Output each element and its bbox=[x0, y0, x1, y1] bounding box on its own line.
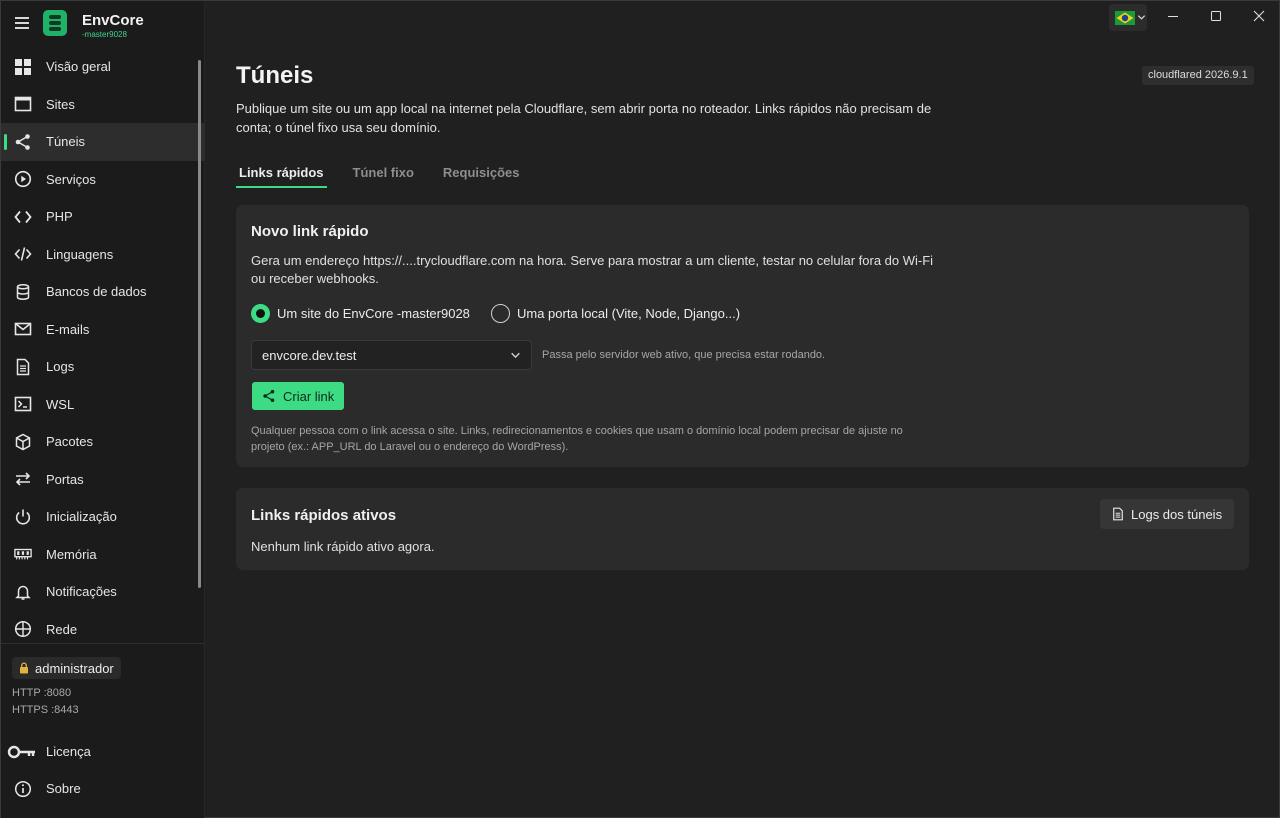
tunnel-logs-label: Logs dos túneis bbox=[1131, 506, 1223, 522]
sidebar-item-label: Rede bbox=[46, 621, 78, 637]
sidebar-item-servicos[interactable]: Serviços bbox=[1, 161, 205, 199]
sidebar-item-label: WSL bbox=[46, 396, 75, 412]
globe-icon bbox=[13, 619, 33, 639]
sidebar-item-linguagens[interactable]: Linguagens bbox=[1, 236, 205, 274]
radio-unselected-indicator bbox=[491, 304, 510, 323]
radio-selected-indicator bbox=[251, 304, 270, 323]
sidebar-item-visao-geral[interactable]: Visão geral bbox=[1, 48, 205, 86]
create-link-button[interactable]: Criar link bbox=[252, 382, 345, 410]
database-icon bbox=[13, 282, 33, 302]
active-links-card: Links rápidos ativos Logs dos túneis Nen… bbox=[236, 488, 1249, 570]
card-title: Novo link rápido bbox=[251, 223, 369, 240]
document-icon bbox=[1113, 507, 1123, 521]
code-slash-icon bbox=[13, 244, 33, 264]
sidebar-item-notificacoes[interactable]: Notificações bbox=[1, 573, 205, 611]
tab-links-rapidos[interactable]: Links rápidos bbox=[236, 163, 327, 188]
sidebar-item-label: Túneis bbox=[46, 134, 86, 150]
user-badge: administrador bbox=[12, 657, 121, 679]
radio-envcore-site[interactable]: Um site do EnvCore -master9028 bbox=[251, 304, 470, 323]
info-icon bbox=[13, 779, 33, 799]
sidebar-item-label: E-mails bbox=[46, 321, 90, 337]
sidebar-item-emails[interactable]: E-mails bbox=[1, 311, 205, 349]
power-icon bbox=[13, 507, 33, 527]
share-icon bbox=[263, 389, 275, 403]
lock-icon bbox=[20, 662, 28, 674]
radio-local-port[interactable]: Uma porta local (Vite, Node, Django...) bbox=[491, 304, 740, 323]
new-quick-link-card: Novo link rápido Gera um endereço https:… bbox=[236, 205, 1249, 467]
tab-bar: Links rápidos Túnel fixo Requisições bbox=[236, 163, 546, 188]
mail-icon bbox=[13, 319, 33, 339]
page-title: Túneis bbox=[236, 62, 314, 89]
sidebar-item-label: Sobre bbox=[46, 781, 81, 797]
document-icon bbox=[13, 357, 33, 377]
share-icon bbox=[13, 132, 33, 152]
hamburger-menu-icon[interactable] bbox=[15, 14, 33, 32]
main-content: Túneis cloudflared 2026.9.1 Publique um … bbox=[206, 1, 1280, 818]
sidebar-item-sobre[interactable]: Sobre bbox=[1, 770, 205, 808]
arrows-swap-icon bbox=[13, 469, 33, 489]
sidebar-item-label: Visão geral bbox=[46, 59, 111, 75]
app-instance: -master9028 bbox=[82, 30, 127, 39]
tab-tunel-fixo[interactable]: Túnel fixo bbox=[350, 163, 417, 188]
site-select[interactable]: envcore.dev.test bbox=[251, 340, 532, 370]
sidebar-divider bbox=[1, 643, 205, 644]
sidebar-item-sites[interactable]: Sites bbox=[1, 86, 205, 124]
sidebar-item-label: Memória bbox=[46, 546, 97, 562]
sidebar-item-memoria[interactable]: Memória bbox=[1, 536, 205, 574]
app-name: EnvCore bbox=[82, 12, 144, 29]
key-icon bbox=[7, 742, 37, 762]
memory-chip-icon bbox=[13, 544, 33, 564]
radio-label: Um site do EnvCore -master9028 bbox=[277, 306, 470, 321]
sidebar-item-label: Bancos de dados bbox=[46, 284, 147, 300]
sidebar-item-bancos-de-dados[interactable]: Bancos de dados bbox=[1, 273, 205, 311]
package-icon bbox=[13, 432, 33, 452]
sidebar-item-label: Licença bbox=[46, 744, 91, 760]
sidebar-item-label: PHP bbox=[46, 209, 73, 225]
sidebar-item-label: Inicialização bbox=[46, 509, 117, 525]
sidebar-nav: Visão geral Sites Túneis Serviços PHP Li… bbox=[1, 48, 205, 648]
play-circle-icon bbox=[13, 169, 33, 189]
sidebar-item-tuneis[interactable]: Túneis bbox=[1, 123, 205, 161]
bell-icon bbox=[13, 582, 33, 602]
app-window: EnvCore -master9028 Visão geral Sites Tú… bbox=[0, 0, 1280, 818]
sidebar-item-licenca[interactable]: Licença bbox=[1, 733, 205, 771]
grid-icon bbox=[13, 57, 33, 77]
card-title: Links rápidos ativos bbox=[251, 507, 397, 524]
brand-header: EnvCore -master9028 bbox=[1, 1, 205, 45]
sidebar-item-label: Sites bbox=[46, 96, 75, 112]
user-name: administrador bbox=[35, 660, 114, 676]
browser-window-icon bbox=[13, 94, 33, 114]
tab-requisicoes[interactable]: Requisições bbox=[440, 163, 523, 188]
page-description: Publique um site ou um app local na inte… bbox=[236, 101, 932, 135]
terminal-icon bbox=[13, 394, 33, 414]
radio-label: Uma porta local (Vite, Node, Django...) bbox=[517, 306, 741, 321]
code-brackets-icon bbox=[13, 207, 33, 227]
sidebar-item-portas[interactable]: Portas bbox=[1, 461, 205, 499]
warning-note: Qualquer pessoa com o link acessa o site… bbox=[251, 425, 903, 453]
sidebar-scrollbar[interactable] bbox=[198, 60, 201, 588]
select-hint: Passa pelo servidor web ativo, que preci… bbox=[542, 349, 826, 361]
site-select-value: envcore.dev.test bbox=[262, 347, 357, 363]
version-badge: cloudflared 2026.9.1 bbox=[1142, 66, 1254, 85]
sidebar-item-label: Portas bbox=[46, 471, 84, 487]
sidebar-item-label: Notificações bbox=[46, 584, 117, 600]
card-description: Gera um endereço https://....trycloudfla… bbox=[251, 253, 934, 286]
sidebar-item-pacotes[interactable]: Pacotes bbox=[1, 423, 205, 461]
http-port: HTTP :8080 bbox=[12, 687, 72, 699]
sidebar-item-label: Pacotes bbox=[46, 434, 93, 450]
sidebar-item-php[interactable]: PHP bbox=[1, 198, 205, 236]
sidebar-item-label: Logs bbox=[46, 359, 75, 375]
https-port: HTTPS :8443 bbox=[12, 704, 79, 716]
sidebar-item-label: Linguagens bbox=[46, 246, 114, 262]
sidebar: EnvCore -master9028 Visão geral Sites Tú… bbox=[1, 1, 205, 818]
tunnel-logs-button[interactable]: Logs dos túneis bbox=[1100, 499, 1235, 529]
sidebar-item-inicializacao[interactable]: Inicialização bbox=[1, 498, 205, 536]
chevron-down-icon bbox=[511, 352, 520, 359]
sidebar-item-logs[interactable]: Logs bbox=[1, 348, 205, 386]
envcore-logo-icon bbox=[43, 10, 67, 36]
sidebar-item-label: Serviços bbox=[46, 171, 96, 187]
empty-state-text: Nenhum link rápido ativo agora. bbox=[251, 539, 435, 554]
sidebar-item-wsl[interactable]: WSL bbox=[1, 386, 205, 424]
create-link-label: Criar link bbox=[283, 388, 335, 404]
